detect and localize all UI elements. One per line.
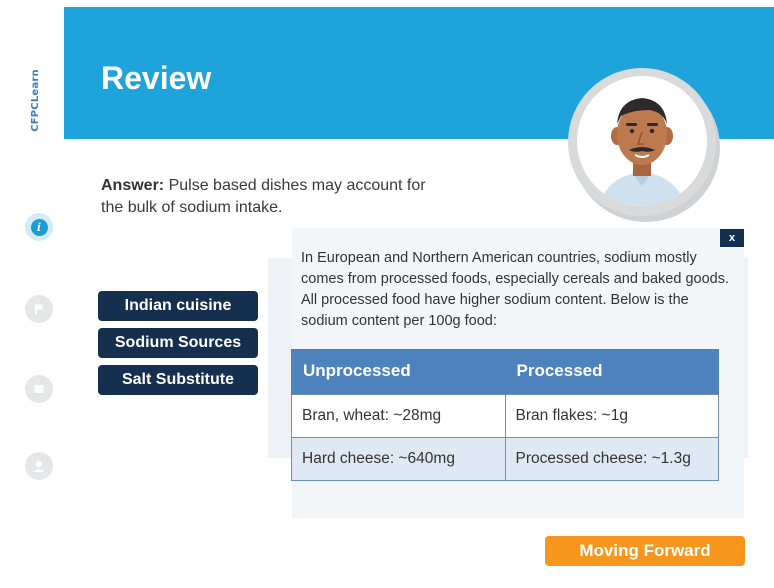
table-cell: Hard cheese: ~640mg <box>291 436 506 481</box>
book-icon[interactable] <box>25 375 53 403</box>
sodium-sources-button[interactable]: Sodium Sources <box>98 328 258 358</box>
flag-icon[interactable] <box>25 295 53 323</box>
user-icon[interactable] <box>25 452 53 480</box>
answer-label: Answer: <box>101 177 165 194</box>
table-row: Bran, wheat: ~28mg Bran flakes: ~1g <box>291 393 719 438</box>
info-icon[interactable]: i <box>25 213 53 241</box>
brand-name: CFPCLearn <box>29 68 41 132</box>
table-cell: Bran flakes: ~1g <box>504 393 719 438</box>
table-header-row: Unprocessed Processed <box>291 349 719 394</box>
table-header-unprocessed: Unprocessed <box>291 349 505 394</box>
page-title: Review <box>101 60 212 96</box>
left-sidebar: CFPCLearn i <box>0 0 64 588</box>
table-header-processed: Processed <box>504 349 719 394</box>
close-button[interactable]: x <box>720 229 744 247</box>
doctor-avatar <box>577 76 707 206</box>
table-cell: Bran, wheat: ~28mg <box>291 393 506 438</box>
indian-cuisine-button[interactable]: Indian cuisine <box>98 291 258 321</box>
sodium-table: Unprocessed Processed Bran, wheat: ~28mg… <box>291 349 719 481</box>
salt-substitute-button[interactable]: Salt Substitute <box>98 365 258 395</box>
table-row: Hard cheese: ~640mg Processed cheese: ~1… <box>291 436 719 481</box>
table-cell: Processed cheese: ~1.3g <box>504 436 719 481</box>
popup-text: In European and Northern American countr… <box>301 250 729 329</box>
brand-logo: CFPCLearn <box>28 58 42 142</box>
moving-forward-button[interactable]: Moving Forward <box>545 536 745 566</box>
answer-text: Answer: Pulse based dishes may account f… <box>101 175 431 219</box>
